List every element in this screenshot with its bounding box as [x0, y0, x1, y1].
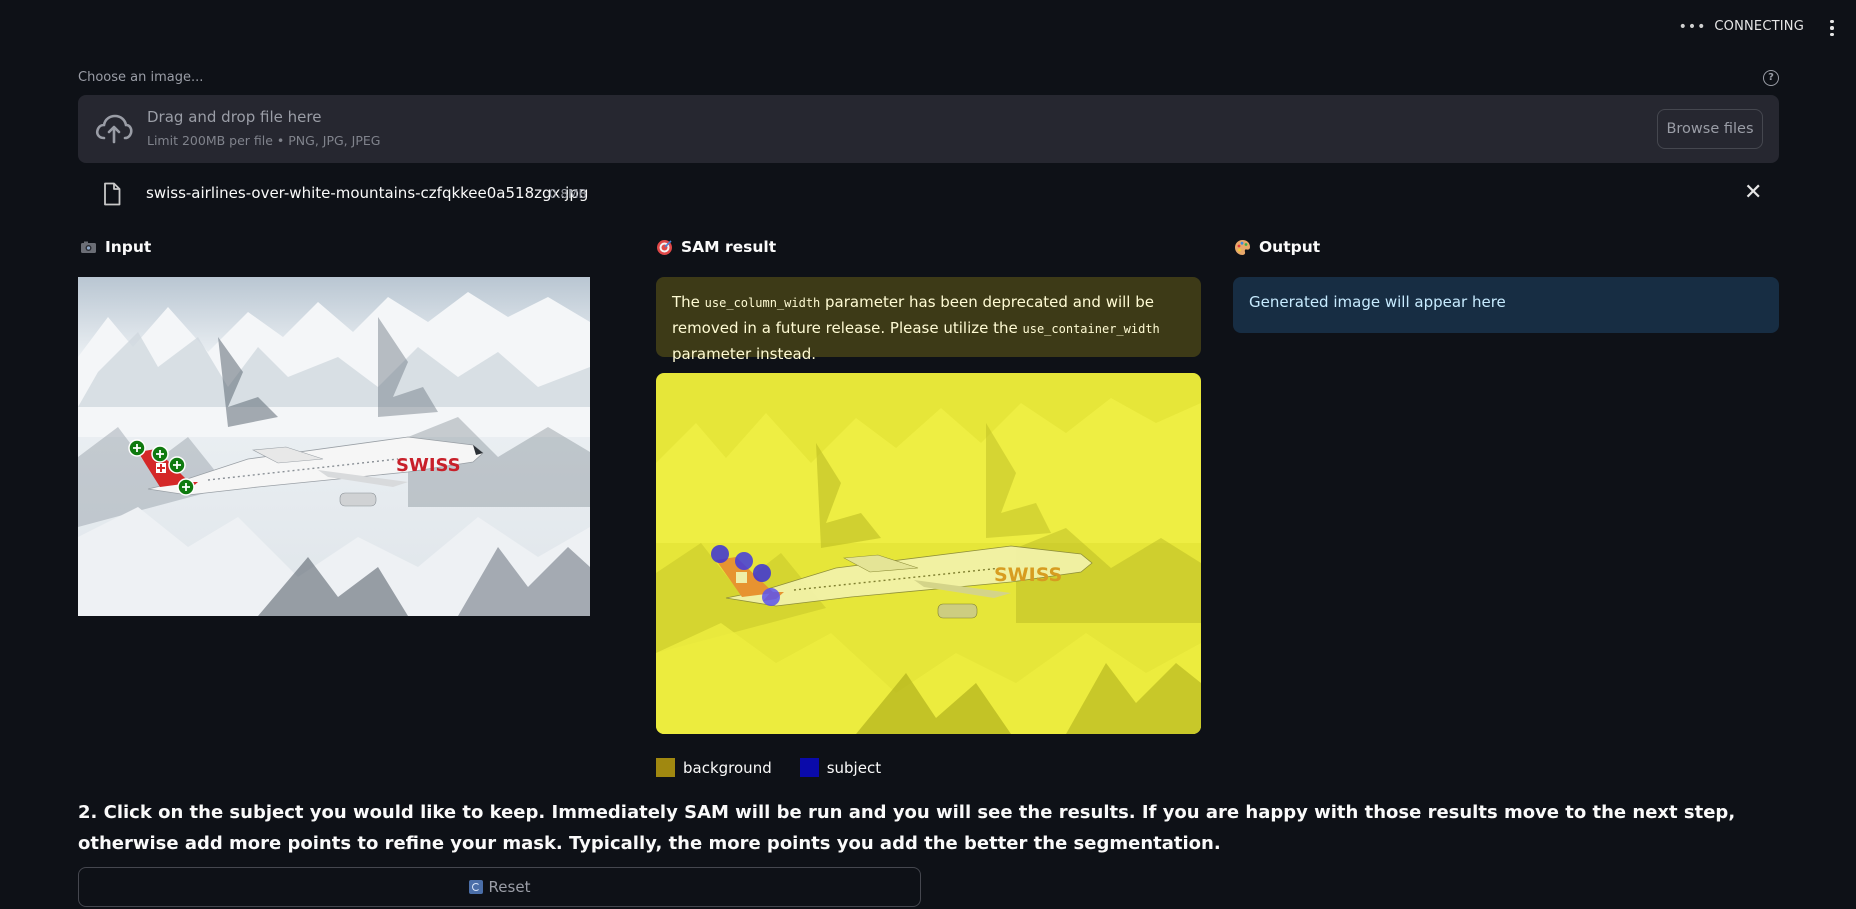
legend-swatch-background: [656, 758, 675, 777]
browse-files-button[interactable]: Browse files: [1657, 109, 1763, 149]
output-header: Output: [1234, 238, 1320, 256]
sam-result-image: SWISS: [656, 373, 1201, 734]
reset-button[interactable]: Reset: [78, 867, 921, 907]
code-use-container-width: use_container_width: [1022, 322, 1160, 336]
sam-title: SAM result: [681, 238, 777, 256]
help-icon[interactable]: ?: [1763, 70, 1779, 86]
top-bar: ••• CONNECTING: [0, 0, 1856, 56]
target-icon: [657, 239, 672, 255]
file-icon: [104, 182, 121, 206]
input-image-canvas[interactable]: SWISS: [78, 277, 590, 616]
connection-status: ••• CONNECTING: [1679, 19, 1804, 34]
airline-logo-text: SWISS: [396, 455, 461, 476]
input-header: Input: [80, 238, 151, 256]
input-title: Input: [105, 238, 152, 256]
uploaded-file-size: 0.8MB: [549, 187, 587, 201]
output-title: Output: [1259, 238, 1321, 256]
palette-icon: [1235, 239, 1250, 255]
reset-label: Reset: [488, 878, 531, 896]
legend-swatch-subject: [799, 758, 819, 777]
segmentation-overlay: SWISS: [656, 373, 1201, 734]
mountain-plane-image: SWISS: [78, 277, 590, 616]
camera-icon: [81, 241, 96, 253]
status-label: CONNECTING: [1714, 19, 1804, 34]
running-dots-icon: •••: [1678, 18, 1707, 35]
uploader-label: Choose an image...: [78, 70, 204, 85]
sam-header: SAM result: [656, 238, 776, 256]
legend-label-background: background: [683, 758, 772, 777]
step-instructions: 2. Click on the subject you would like t…: [78, 802, 1736, 854]
dropzone-limits: Limit 200MB per file • PNG, JPG, JPEG: [147, 133, 381, 148]
output-info-alert: Generated image will appear here: [1233, 277, 1779, 333]
deprecation-warning: The use_column_width parameter has been …: [656, 277, 1201, 363]
legend-label-subject: subject: [826, 758, 882, 777]
uploaded-file-name: swiss-airlines-over-white-mountains-czfq…: [146, 184, 589, 202]
code-use-column-width: use_column_width: [704, 296, 821, 310]
file-dropzone[interactable]: Drag and drop file here Limit 200MB per …: [78, 95, 1779, 163]
dropzone-instructions: Drag and drop file here: [147, 108, 322, 126]
main-menu-button[interactable]: [1822, 16, 1842, 40]
mask-legend: background subject: [656, 758, 881, 777]
cloud-upload-icon: [95, 114, 133, 144]
reset-icon: [468, 880, 483, 894]
remove-file-icon[interactable]: ✕: [1744, 182, 1762, 204]
airline-logo-text-mask: SWISS: [994, 564, 1062, 586]
